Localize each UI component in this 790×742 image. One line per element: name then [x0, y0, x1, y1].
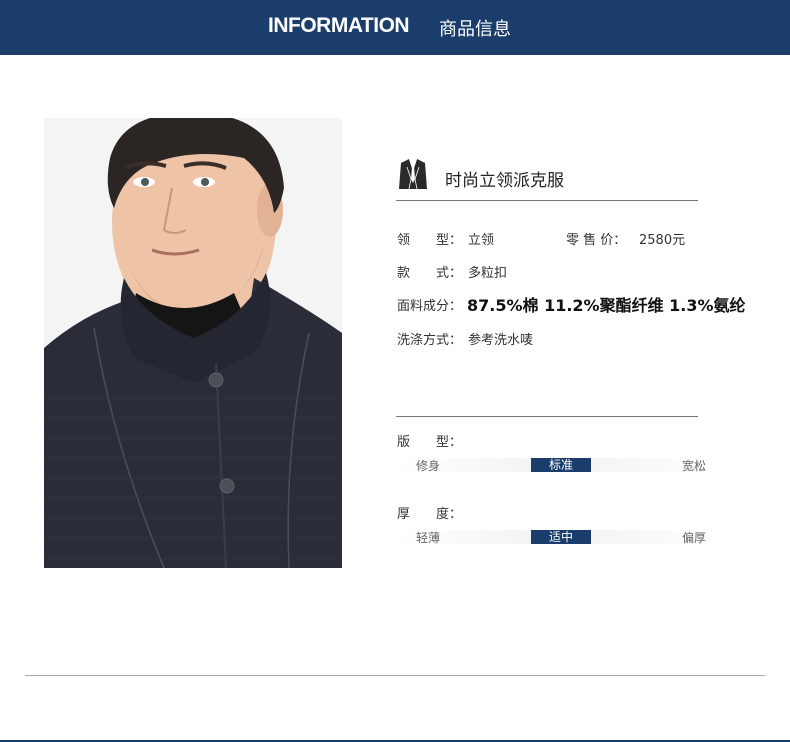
- thickness-option-light: 轻薄: [415, 531, 440, 545]
- divider-bottom: [25, 675, 765, 676]
- collar-label: 领 型：: [397, 233, 463, 248]
- collar-value: 立领: [468, 233, 495, 248]
- fabric-label: 面料成分：: [397, 299, 463, 314]
- fit-option-standard-selected: 标准: [531, 458, 591, 472]
- price-label: 零 售 价：: [566, 233, 627, 248]
- suit-icon: [398, 157, 428, 190]
- divider-top: [396, 200, 698, 201]
- divider-middle: [396, 416, 698, 417]
- header-bar: INFORMATION 商品信息: [0, 0, 790, 55]
- style-value: 多粒扣: [468, 266, 508, 281]
- thickness-option-medium-selected: 适中: [531, 530, 591, 544]
- fit-label: 版 型：: [397, 435, 463, 450]
- style-label: 款 式：: [397, 266, 463, 281]
- header-title-en: INFORMATION: [268, 14, 410, 37]
- wash-label: 洗涤方式：: [397, 333, 463, 348]
- thickness-option-thick: 偏厚: [681, 531, 706, 545]
- fit-option-slim: 修身: [415, 459, 440, 473]
- thickness-label: 厚 度：: [397, 507, 463, 522]
- fit-option-loose: 宽松: [681, 459, 706, 473]
- header-title-cn: 商品信息: [439, 19, 511, 40]
- price-value: 2580元: [639, 233, 686, 248]
- product-name: 时尚立领派克服: [445, 171, 564, 191]
- product-photo: [44, 118, 342, 568]
- fabric-value: 87.5%棉 11.2%聚酯纤维 1.3%氨纶: [467, 296, 746, 315]
- wash-value: 参考洗水唛: [468, 333, 534, 348]
